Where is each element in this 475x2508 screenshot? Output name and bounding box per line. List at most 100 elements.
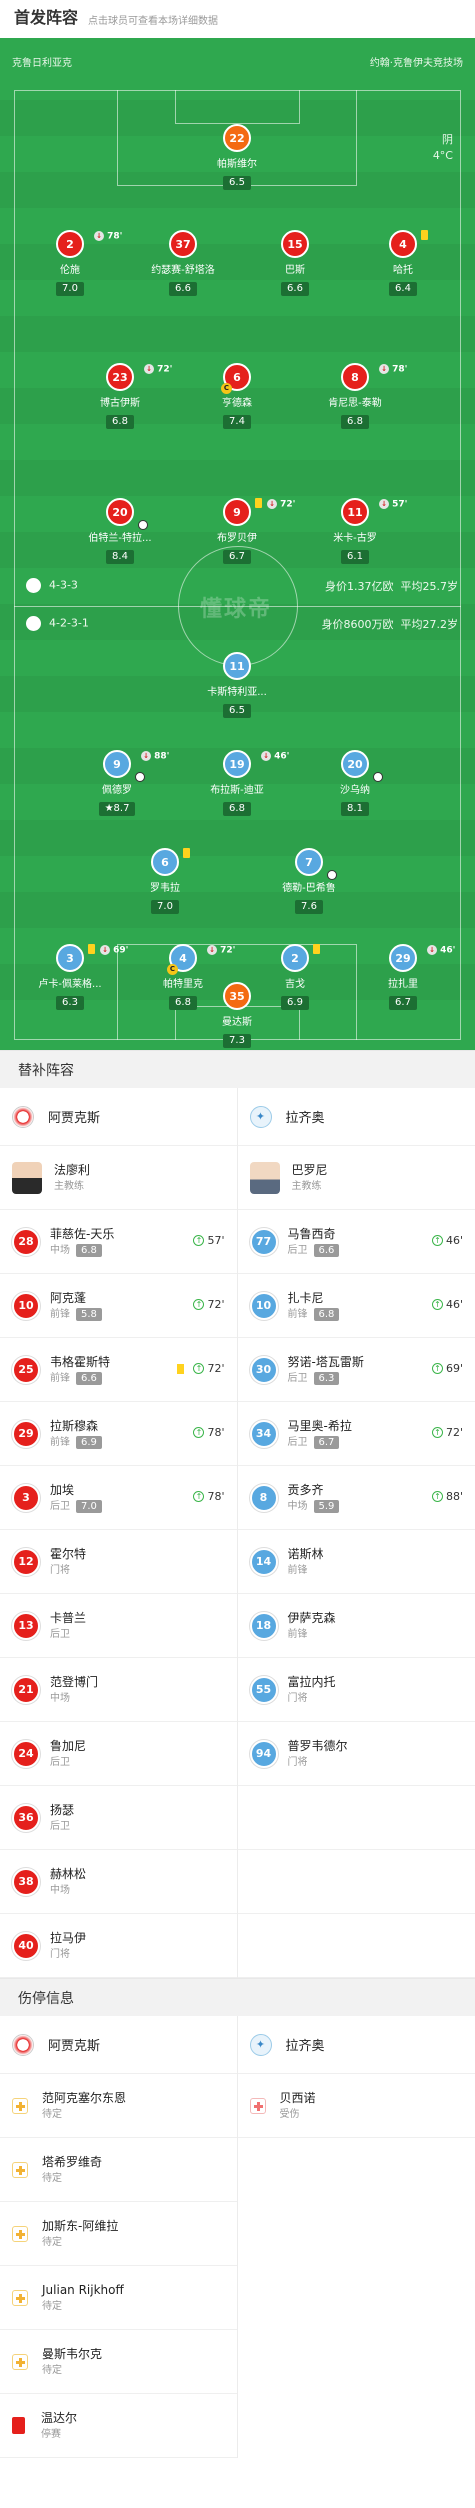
player-card[interactable]: 15 巴斯 6.6 [240, 230, 350, 296]
player-number: 9 ↓ 88' [103, 750, 169, 782]
position-label: 后卫 [50, 1628, 70, 1640]
player-card[interactable]: 7 德勒-巴希鲁 7.6 [254, 848, 364, 914]
sub-player-row[interactable]: 3 加埃 后卫 7.0 ↑ 78' [0, 1466, 237, 1530]
home-team-row: 阿贾克斯 [0, 1088, 237, 1146]
player-number: 36 [12, 1803, 40, 1832]
player-card[interactable]: 6C 亨德森 7.4 [182, 363, 292, 429]
player-card[interactable]: 9 ↓ 72' 布罗贝伊 6.7 [182, 498, 295, 564]
home-injury-column: 阿贾克斯 范阿克塞尔东恩 待定 塔希罗维奇 待定 加斯东-阿维拉 待定 Julian Rij… [0, 2016, 238, 2458]
yellow-card-icon [88, 944, 95, 954]
sub-player-row[interactable]: 34 马里奥-希拉 后卫 6.7 ↑ 72' [237, 1402, 475, 1466]
player-name: 卡斯特利亚... [207, 687, 267, 698]
subs-section-title: 替补阵容 [0, 1050, 475, 1088]
player-card[interactable]: 20 沙乌纳 8.1 [300, 750, 410, 816]
sub-player-row[interactable]: 8 贡多齐 中场 5.9 ↑ 88' [237, 1466, 475, 1530]
player-card[interactable]: 4 哈托 6.4 [348, 230, 458, 296]
sub-out-icon: ↓ [94, 231, 104, 241]
position-label: 门将 [287, 1756, 308, 1768]
away-coach-row[interactable]: 巴罗尼 主教练 [237, 1146, 475, 1210]
player-card[interactable]: 20 伯特兰-特拉... 8.4 [65, 498, 175, 564]
sub-player-row[interactable]: 40 拉马伊 门将 [0, 1914, 237, 1978]
home-squad-info: 身价1.37亿欧 平均25.7岁 [325, 580, 458, 593]
player-card[interactable]: 3 ↓ 69' 卢卡-佩莱格... 6.3 [15, 944, 128, 1010]
player-card[interactable]: 23 ↓ 72' 博古伊斯 6.8 [65, 363, 175, 429]
injury-row[interactable]: 塔希罗维奇 待定 [0, 2138, 237, 2202]
player-card[interactable]: 2 ↓ 78' 伦施 7.0 [15, 230, 125, 296]
sub-player-row[interactable]: 10 扎卡尼 前锋 6.8 ↑ 46' [237, 1274, 475, 1338]
sub-player-row[interactable]: 36 扬瑟 后卫 [0, 1786, 237, 1850]
team-name: 拉齐奥 [285, 1111, 325, 1126]
player-name: 罗韦拉 [150, 883, 180, 894]
player-card[interactable]: 11 ↓ 57' 米卡-古罗 6.1 [300, 498, 410, 564]
sub-player-row[interactable]: 25 韦格霍斯特 前锋 6.6 ↑ 72' [0, 1338, 237, 1402]
sub-player-row[interactable]: 13 卡普兰 后卫 [0, 1594, 237, 1658]
player-position: 门将 [50, 1564, 86, 1578]
substitution-marker: ↓ 88' [141, 751, 169, 762]
player-card[interactable]: 6 罗韦拉 7.0 [110, 848, 220, 914]
player-card[interactable]: 35 曼达斯 7.3 [182, 982, 292, 1048]
player-number: 20 [341, 750, 383, 782]
assist-icon [135, 772, 145, 782]
player-position: 后卫 6.6 [288, 1243, 340, 1258]
sub-player-row[interactable]: 77 马鲁西奇 后卫 6.6 ↑ 46' [237, 1210, 475, 1274]
player-number: 25 [12, 1355, 40, 1384]
captain-icon: C [167, 964, 178, 975]
player-card[interactable]: 11 卡斯特利亚... 6.5 [182, 652, 292, 718]
player-position: 前锋 6.6 [50, 1371, 110, 1386]
player-number: 2 [281, 944, 320, 972]
substitution-marker: ↓ 72' [144, 364, 172, 375]
player-card[interactable]: 37 约瑟赛-舒塔洛 6.6 [128, 230, 238, 296]
sub-in-time: ↑ 46' [431, 1298, 463, 1311]
team-name: 阿贾克斯 [48, 1111, 101, 1126]
empty-row [237, 1914, 475, 1978]
player-rating: 6.6 [76, 1371, 102, 1385]
player-number: 13 [12, 1611, 40, 1640]
sub-player-row[interactable]: 38 赫林松 中场 [0, 1850, 237, 1914]
position-label: 前锋 [287, 1628, 308, 1640]
player-card[interactable]: 8 ↓ 78' 肯尼思-泰勒 6.8 [300, 363, 410, 429]
sub-player-row[interactable]: 29 拉斯穆森 前锋 6.9 ↑ 78' [0, 1402, 237, 1466]
injury-row[interactable]: 贝西诺 受伤 [237, 2074, 475, 2138]
coach-name: 巴罗尼 [291, 1162, 328, 1177]
sub-player-row[interactable]: 28 菲慈佐-天乐 中场 6.8 ↑ 57' [0, 1210, 237, 1274]
sub-in-icon: ↑ [193, 1491, 205, 1502]
home-subs-column: 阿贾克斯 法廖利 主教练 28 菲慈佐-天乐 中场 6.8 ↑ 57' 10 阿克蓬 前锋 5.8 ↑… [0, 1088, 238, 1978]
sub-player-row[interactable]: 12 霍尔特 门将 [0, 1530, 237, 1594]
player-name: 扬瑟 [50, 1802, 75, 1817]
player-card[interactable]: 29 ↓ 46' 拉扎里 6.7 [348, 944, 458, 1010]
home-coach-row[interactable]: 法廖利 主教练 [0, 1146, 237, 1210]
player-position: 后卫 6.7 [288, 1435, 352, 1450]
position-label: 后卫 [50, 1756, 70, 1768]
sub-player-row[interactable]: 30 努诺-塔瓦雷斯 后卫 6.3 ↑ 69' [237, 1338, 475, 1402]
player-card[interactable]: 19 ↓ 46' 布拉斯-迪亚 6.8 [182, 750, 292, 816]
lazio-logo-icon [26, 616, 41, 631]
player-number: 37 [169, 230, 197, 258]
substitution-marker: ↓ 46' [427, 945, 455, 956]
player-name: 伊萨克森 [287, 1610, 336, 1625]
player-card[interactable]: 9 ↓ 88' 佩德罗 ★8.7 [62, 750, 172, 816]
sub-in-time: ↑ 78' [193, 1490, 225, 1503]
sub-player-row[interactable]: 18 伊萨克森 前锋 [237, 1594, 475, 1658]
position-label: 中场 [287, 1500, 308, 1512]
sub-player-row[interactable]: 10 阿克蓬 前锋 5.8 ↑ 72' [0, 1274, 237, 1338]
injury-row[interactable]: 温达尔 停赛 [0, 2394, 237, 2458]
player-number: 12 [12, 1547, 40, 1576]
player-position: 后卫 7.0 [50, 1499, 102, 1514]
player-position: 中场 [50, 1884, 86, 1898]
player-position: 前锋 6.8 [288, 1307, 340, 1322]
doubtful-icon [12, 2353, 28, 2370]
injury-row[interactable]: 加斯东-阿维拉 待定 [0, 2202, 237, 2266]
sub-in-icon: ↑ [193, 1427, 205, 1438]
injury-row[interactable]: 曼斯韦尔克 待定 [0, 2330, 237, 2394]
sub-player-row[interactable]: 24 鲁加尼 后卫 [0, 1722, 237, 1786]
sub-player-row[interactable]: 94 普罗韦德尔 门将 [237, 1722, 475, 1786]
player-card[interactable]: 22 帕斯维尔 6.5 [182, 124, 292, 190]
empty-row [237, 1850, 475, 1914]
sub-player-row[interactable]: 21 范登博门 中场 [0, 1658, 237, 1722]
sub-player-row[interactable]: 55 富拉内托 门将 [237, 1658, 475, 1722]
player-name: 菲慈佐-天乐 [50, 1226, 115, 1241]
sub-player-row[interactable]: 14 诺斯林 前锋 [237, 1530, 475, 1594]
injury-row[interactable]: Julian Rijkhoff 待定 [0, 2266, 237, 2330]
injury-row[interactable]: 范阿克塞尔东恩 待定 [0, 2074, 237, 2138]
player-name: 巴斯 [285, 265, 305, 276]
